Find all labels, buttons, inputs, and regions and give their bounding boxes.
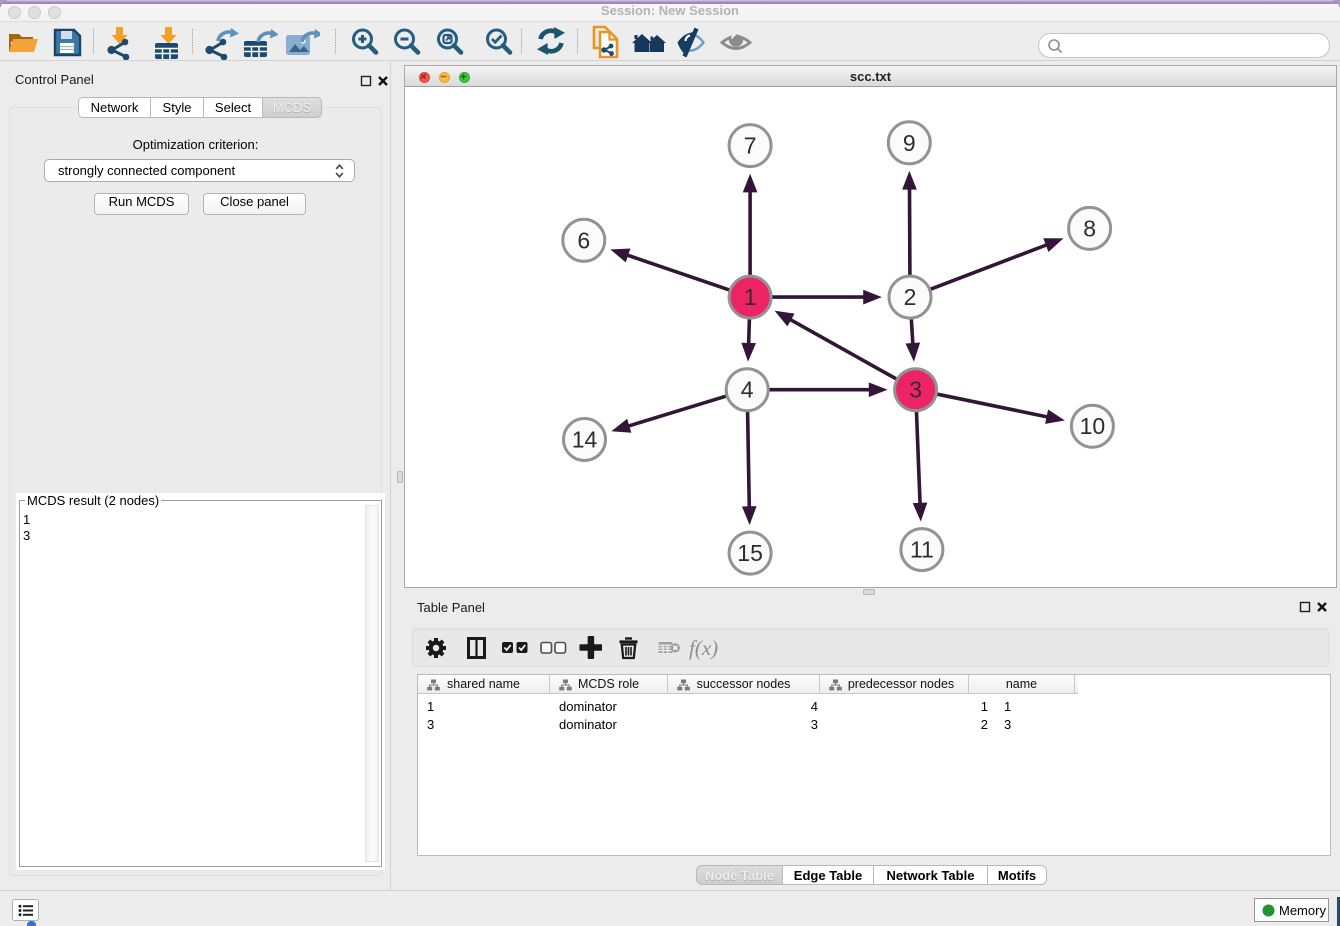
svg-text:2: 2 [904,284,917,310]
svg-text:7: 7 [744,133,757,159]
svg-text:15: 15 [737,540,763,566]
svg-text:8: 8 [1083,215,1096,241]
svg-text:1: 1 [744,284,757,310]
svg-text:6: 6 [577,227,590,253]
svg-text:10: 10 [1080,413,1106,439]
svg-text:9: 9 [903,130,916,156]
svg-text:11: 11 [910,537,934,563]
svg-text:14: 14 [572,427,598,453]
svg-text:3: 3 [909,377,922,403]
svg-text:4: 4 [741,377,754,403]
